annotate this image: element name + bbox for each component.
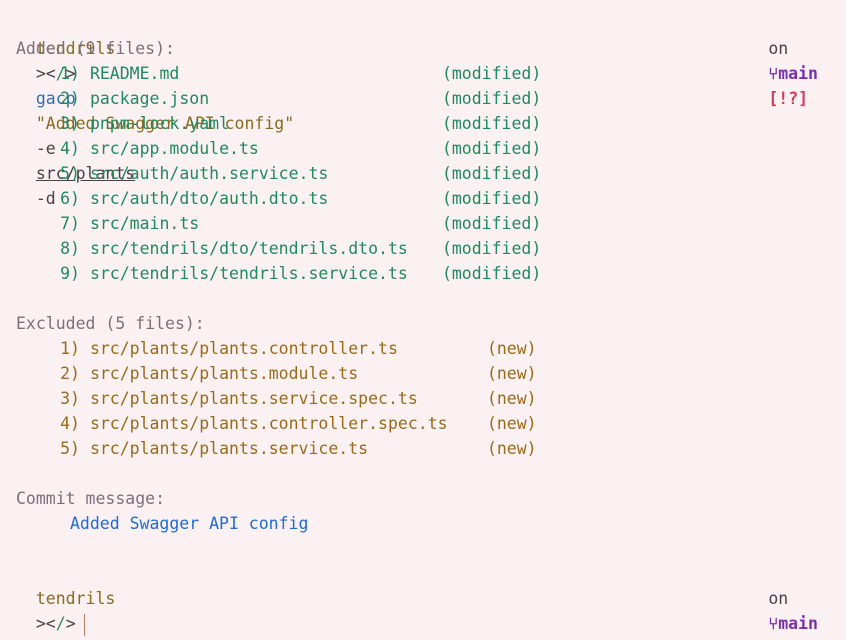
list-item: 5) src/auth/auth.service.ts (modified)	[60, 164, 542, 183]
text-cursor	[83, 613, 85, 636]
list-item: 1) src/plants/plants.controller.ts (new)	[60, 339, 537, 358]
excluded-heading: Excluded (5 files):	[16, 314, 205, 333]
list-item: 4) src/app.module.ts (modified)	[60, 139, 542, 158]
list-item: 1) README.md (modified)	[60, 64, 542, 83]
git-status-bottom: on ⑂main [!?]	[748, 561, 818, 640]
on-label: on	[768, 39, 789, 58]
list-item: 3) src/plants/plants.service.spec.ts (new…	[60, 389, 537, 408]
list-item: 2) src/plants/plants.module.ts (new)	[60, 364, 537, 383]
added-heading: Added (9 files):	[16, 39, 175, 58]
on-label: on	[768, 589, 789, 608]
list-item: 8) src/tendrils/dto/tendrils.dto.ts (modi…	[60, 239, 542, 258]
list-item: 5) src/plants/plants.service.ts (new)	[60, 439, 537, 458]
branch-name: main	[778, 614, 818, 633]
prompt-symbol: ></>	[35, 614, 76, 633]
git-status-badge: [!?]	[768, 89, 809, 108]
list-item: 6) src/auth/dto/auth.dto.ts (modified)	[60, 189, 542, 208]
list-item: 2) package.json (modified)	[60, 89, 542, 108]
list-item: 3) pnpm-lock.yaml (modified)	[60, 114, 542, 133]
command-line: tendrils ></> gacp "Added Swagger API co…	[16, 11, 294, 208]
commit-heading: Commit message:	[16, 489, 166, 508]
git-branch-icon: ⑂	[768, 64, 779, 83]
branch-name: main	[778, 64, 818, 83]
list-item: 7) src/main.ts (modified)	[60, 214, 542, 233]
list-item: 9) src/tendrils/tendrils.service.ts (modi…	[60, 264, 542, 283]
input-prompt[interactable]: tendrils ></>	[16, 561, 115, 636]
git-branch-icon: ⑂	[768, 614, 779, 633]
prompt-dir: tendrils	[35, 589, 116, 608]
list-item: 4) src/plants/plants.controller.spec.ts(…	[60, 414, 537, 433]
commit-message: Added Swagger API config	[70, 514, 309, 533]
git-status-top: on ⑂main [!?]	[748, 11, 818, 108]
